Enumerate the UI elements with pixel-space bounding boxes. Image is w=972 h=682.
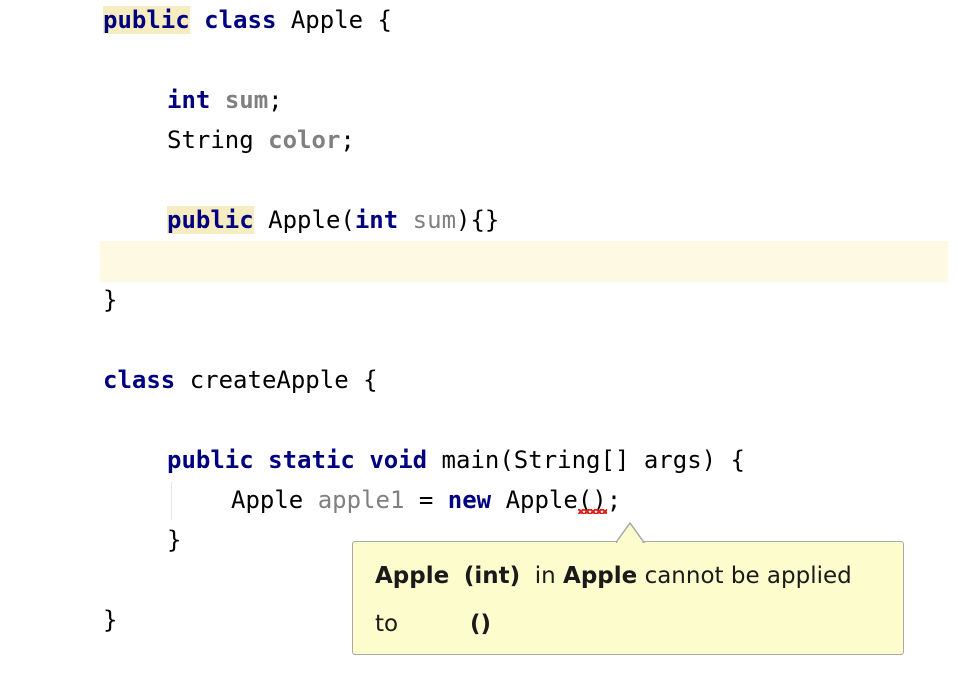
class-declaration: Apple {	[276, 6, 392, 34]
keyword-void: void	[369, 446, 428, 474]
code-line-6[interactable]: public Apple(int sum){}	[167, 200, 499, 240]
assignment-operator: =	[404, 486, 448, 514]
code-line-8[interactable]: }	[103, 280, 117, 320]
code-line-12[interactable]: public static void main(String[] args) {	[167, 440, 745, 480]
variable-apple1: apple1	[317, 486, 405, 514]
code-line-16[interactable]: }	[103, 600, 117, 640]
code-line-4[interactable]: String color;	[167, 120, 355, 160]
tooltip-to: to	[375, 611, 399, 637]
keyword-int: int	[167, 86, 211, 114]
tooltip-method-name: Apple	[375, 563, 450, 589]
code-line-13[interactable]: Apple apple1 = new Apple();	[231, 480, 621, 520]
code-line-14[interactable]: }	[167, 520, 181, 560]
keyword-public: public	[103, 6, 190, 34]
tooltip-param-types: (int)	[463, 563, 521, 589]
code-line-1[interactable]: public class Apple {	[103, 0, 392, 40]
keyword-class: class	[204, 6, 277, 34]
error-arguments[interactable]: ()	[577, 480, 607, 520]
field-sum: sum	[224, 86, 269, 114]
keyword-static: static	[268, 446, 355, 474]
keyword-public: public	[167, 446, 254, 474]
method-signature: main(String[] args) {	[427, 446, 745, 474]
field-color: color	[268, 126, 341, 154]
constructor-call: Apple	[491, 486, 578, 514]
param-sum: sum	[412, 206, 457, 234]
indent-guide	[171, 482, 172, 520]
constructor-name: Apple(	[253, 206, 355, 234]
error-tooltip: Apple (int) in Apple cannot be applied t…	[352, 541, 904, 655]
constructor-body: ){}	[456, 206, 500, 234]
closing-brace: }	[167, 526, 182, 554]
error-squiggle	[577, 509, 607, 514]
keyword-public: public	[167, 206, 254, 234]
type-apple: Apple	[231, 486, 318, 514]
keyword-new: new	[447, 486, 492, 514]
caret-line-highlight	[100, 241, 948, 282]
keyword-int: int	[354, 206, 399, 234]
semicolon: ;	[340, 126, 355, 154]
tooltip-class-name: Apple	[563, 563, 638, 589]
keyword-class: class	[103, 366, 176, 394]
type-string: String	[167, 126, 269, 154]
semicolon: ;	[606, 486, 622, 514]
class-declaration: createApple {	[175, 366, 378, 394]
code-line-10[interactable]: class createApple {	[103, 360, 378, 400]
tooltip-in: in	[534, 563, 556, 589]
tooltip-message: cannot be applied	[644, 563, 852, 589]
semicolon: ;	[268, 86, 283, 114]
code-line-3[interactable]: int sum;	[167, 80, 283, 120]
closing-brace: }	[103, 286, 118, 314]
tooltip-line-2: to ()	[375, 604, 491, 644]
closing-brace: }	[103, 606, 118, 634]
tooltip-line-1: Apple (int) in Apple cannot be applied	[375, 556, 852, 596]
tooltip-args: ()	[470, 611, 492, 637]
